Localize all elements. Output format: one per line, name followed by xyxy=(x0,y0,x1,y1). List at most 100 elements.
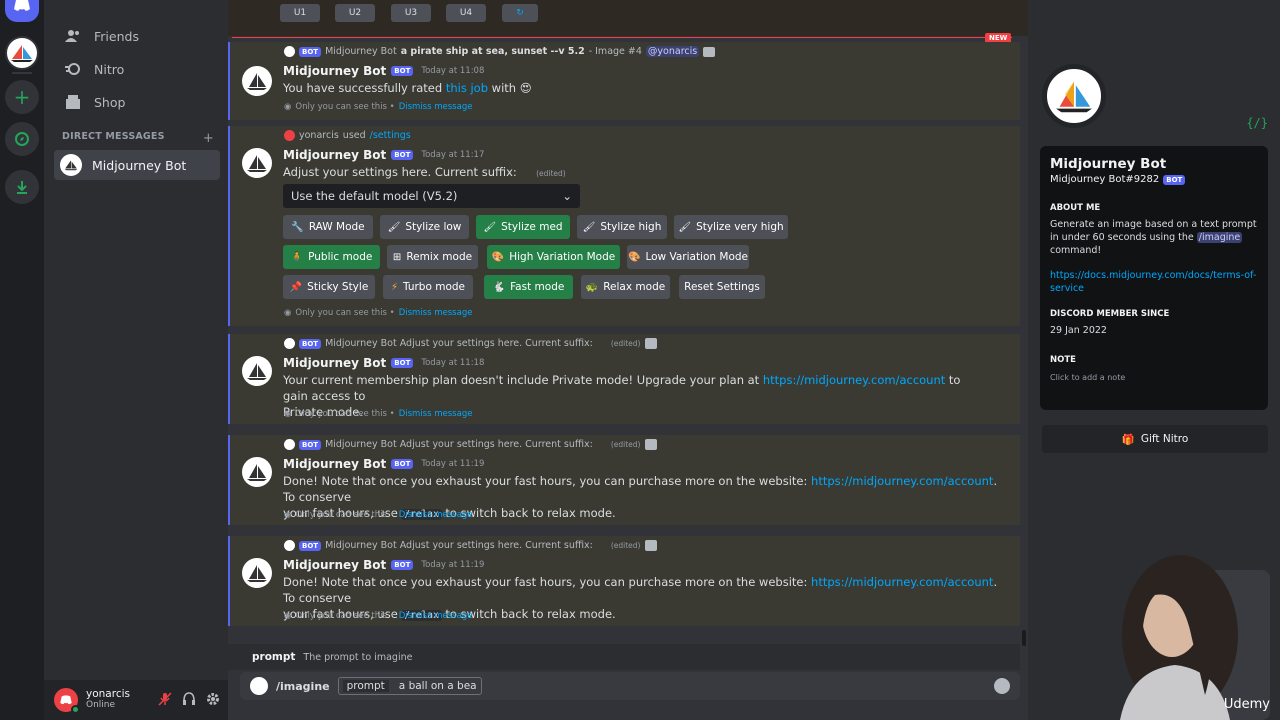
reroll-button[interactable]: ↻ xyxy=(502,4,538,22)
message-reply-context[interactable]: BOT Midjourney Bot a pirate ship at sea,… xyxy=(284,46,716,57)
avatar[interactable] xyxy=(242,558,272,588)
headphones-icon[interactable] xyxy=(182,692,196,709)
turbo-mode-button[interactable]: ⚡ Turbo mode xyxy=(383,275,473,299)
reply-command[interactable]: /settings xyxy=(370,130,411,141)
terms-link[interactable]: https://docs.midjourney.com/docs/terms-o… xyxy=(1050,270,1256,294)
model-select[interactable]: Use the default model (V5.2) ⌄ xyxy=(283,184,580,208)
stylize-high-button[interactable]: 🖌 Stylize high xyxy=(577,215,667,239)
nav-shop[interactable]: Shop xyxy=(54,87,220,117)
reply-mention[interactable]: @yonarcis xyxy=(645,46,700,57)
turtle-icon: 🐢 xyxy=(585,281,599,293)
message-reply-context[interactable]: BOT Midjourney Bot Adjust your settings … xyxy=(284,439,657,450)
palette-icon: 🎨 xyxy=(491,251,505,263)
job-link[interactable]: this job xyxy=(446,81,488,95)
message-author[interactable]: Midjourney Bot xyxy=(283,148,386,162)
dismiss-message-link[interactable]: Dismiss message xyxy=(399,409,473,419)
stylize-low-button[interactable]: 🖌 Stylize low xyxy=(380,215,469,239)
remix-mode-button[interactable]: ⊞ Remix mode xyxy=(387,245,478,269)
profile-avatar[interactable] xyxy=(1042,64,1106,128)
u4-button[interactable]: U4 xyxy=(446,4,486,22)
option-label: prompt xyxy=(342,680,389,692)
prompt-option-input[interactable]: prompt a ball on a bea xyxy=(337,677,482,695)
edited-label: (edited) xyxy=(610,339,641,348)
message-author[interactable]: Midjourney Bot xyxy=(283,558,386,572)
profile-card: Midjourney Bot Midjourney Bot#9282 BOT AB… xyxy=(1040,146,1268,410)
online-status-icon xyxy=(71,705,80,714)
person-icon: 🧍 xyxy=(290,251,304,263)
reply-suffix: - Image #4 xyxy=(588,46,642,57)
dismiss-message-link[interactable]: Dismiss message xyxy=(399,611,473,621)
gift-label: Gift Nitro xyxy=(1140,433,1189,445)
user-status: Online xyxy=(86,699,116,710)
user-avatar[interactable] xyxy=(54,688,80,714)
avatar[interactable] xyxy=(242,66,272,96)
message-reply-context[interactable]: BOT Midjourney Bot Adjust your settings … xyxy=(284,338,657,349)
bot-tag: BOT xyxy=(391,150,414,160)
about-title: ABOUT ME xyxy=(1050,203,1101,213)
message-author[interactable]: Midjourney Bot xyxy=(283,356,386,370)
dismiss-message-link[interactable]: Dismiss message xyxy=(399,102,473,112)
public-mode-button[interactable]: 🧍 Public mode xyxy=(283,245,380,269)
avatar[interactable] xyxy=(242,148,272,178)
midjourney-server-icon[interactable] xyxy=(5,36,39,70)
emoji-picker-icon[interactable] xyxy=(994,678,1010,694)
button-label: Stylize med xyxy=(501,221,563,233)
prompt-value[interactable]: a ball on a bea xyxy=(399,680,477,692)
dm-item-midjourney-bot[interactable]: Midjourney Bot xyxy=(54,150,220,180)
pencil-icon xyxy=(644,540,657,551)
explore-icon[interactable] xyxy=(5,122,39,156)
add-server-icon[interactable]: + xyxy=(5,80,39,114)
chevron-down-icon: ⌄ xyxy=(562,189,572,203)
message-author[interactable]: Midjourney Bot xyxy=(283,64,386,78)
message-reply-context[interactable]: BOT Midjourney Bot Adjust your settings … xyxy=(284,540,657,551)
add-dm-icon[interactable]: + xyxy=(203,131,214,146)
nav-label: Friends xyxy=(94,28,139,44)
discord-home-icon[interactable] xyxy=(5,0,39,22)
account-link[interactable]: https://midjourney.com/account xyxy=(811,474,993,488)
eye-icon: ◉ xyxy=(284,409,292,419)
message-composer[interactable]: /imagine prompt a ball on a bea xyxy=(240,672,1020,700)
avatar xyxy=(60,154,82,176)
scrollbar-thumb[interactable] xyxy=(1022,630,1026,646)
imagine-command-chip[interactable]: /imagine xyxy=(1196,232,1243,243)
mute-mic-icon[interactable] xyxy=(158,692,172,709)
account-link[interactable]: https://midjourney.com/account xyxy=(763,373,945,387)
nitro-icon xyxy=(64,60,82,78)
u3-button[interactable]: U3 xyxy=(391,4,431,22)
raw-mode-button[interactable]: 🔧 RAW Mode xyxy=(283,215,373,239)
dismiss-message-link[interactable]: Dismiss message xyxy=(399,510,473,520)
message-reply-context[interactable]: yonarcis used /settings xyxy=(284,130,411,141)
low-variation-mode-button[interactable]: 🎨 Low Variation Mode xyxy=(627,245,749,269)
message-timestamp: Today at 11:18 xyxy=(421,358,485,368)
relax-mode-button[interactable]: 🐢 Relax mode xyxy=(581,275,670,299)
fast-mode-button[interactable]: 🐇 Fast mode xyxy=(484,275,573,299)
high-variation-mode-button[interactable]: 🎨 High Variation Mode xyxy=(487,245,620,269)
edited-label: (edited) xyxy=(610,541,641,550)
account-link[interactable]: https://midjourney.com/account xyxy=(811,575,993,589)
message-timestamp: Today at 11:17 xyxy=(421,150,485,160)
gift-nitro-button[interactable]: 🎁 Gift Nitro xyxy=(1042,425,1268,453)
message-timestamp: Today at 11:19 xyxy=(421,560,485,570)
u2-button[interactable]: U2 xyxy=(335,4,375,22)
stylize-med-button[interactable]: 🖌 Stylize med xyxy=(476,215,570,239)
nav-friends[interactable]: Friends xyxy=(54,21,220,51)
gear-icon[interactable] xyxy=(206,692,220,709)
nav-nitro[interactable]: Nitro xyxy=(54,54,220,84)
bot-tag: BOT xyxy=(391,358,414,368)
reset-settings-button[interactable]: Reset Settings xyxy=(679,275,765,299)
message-timestamp: Today at 11:08 xyxy=(421,66,485,76)
u1-button[interactable]: U1 xyxy=(280,4,320,22)
channel-sidebar: Friends Nitro Shop DIRECT MESSAGES + Mid… xyxy=(44,0,228,720)
stylize-very-high-button[interactable]: 🖌 Stylize very high xyxy=(674,215,788,239)
note-input[interactable]: Click to add a note xyxy=(1050,373,1258,382)
nav-label: Shop xyxy=(94,94,126,110)
avatar[interactable] xyxy=(242,356,272,386)
message-author[interactable]: Midjourney Bot xyxy=(283,457,386,471)
message-text: Done! Note that once you exhaust your fa… xyxy=(283,474,808,488)
sticky-style-button[interactable]: 📌 Sticky Style xyxy=(283,275,375,299)
avatar[interactable] xyxy=(242,457,272,487)
dismiss-message-link[interactable]: Dismiss message xyxy=(399,308,473,318)
reply-avatar xyxy=(284,338,295,349)
user-panel: yonarcis Online xyxy=(44,680,228,720)
download-icon[interactable] xyxy=(5,170,39,204)
